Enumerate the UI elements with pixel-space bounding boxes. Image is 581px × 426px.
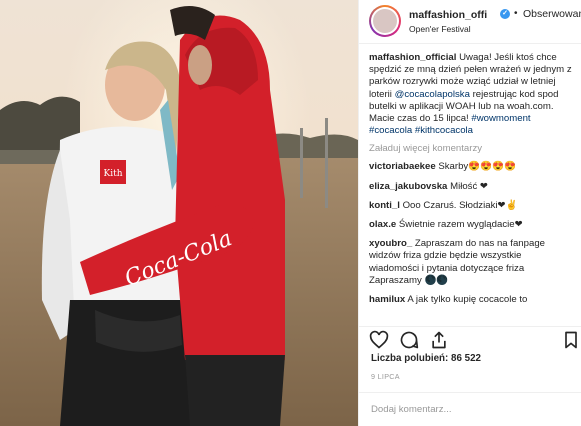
comment-username[interactable]: xyoubro_ — [369, 238, 412, 249]
comment-username[interactable]: konti_l — [369, 200, 400, 211]
verified-icon: ✓ — [500, 9, 510, 19]
post-location[interactable]: Open'er Festival — [409, 24, 471, 34]
post-header: maffashion_offi ✓ • Obserwowan Open'er F… — [359, 0, 581, 44]
comment-item: xyoubro_ Zapraszam do nas na fanpage wid… — [369, 238, 572, 287]
comment-text: A jak tylko kupię cocacole to — [405, 294, 528, 306]
post-caption: maffashion_official Uwaga! Jeśli ktoś ch… — [369, 52, 572, 137]
avatar-image — [373, 9, 397, 33]
follow-button[interactable]: Obserwowan — [523, 8, 581, 20]
comment-username[interactable]: victoriabaekee — [369, 161, 436, 172]
bookmark-icon[interactable] — [561, 330, 581, 350]
comment-icon[interactable] — [399, 330, 419, 350]
post-side-panel: maffashion_offi ✓ • Obserwowan Open'er F… — [358, 0, 581, 426]
comment-item: victoriabaekee Skarby😍😍😍😍 — [369, 161, 572, 173]
caption-username[interactable]: maffashion_official — [369, 52, 456, 63]
post-photo[interactable]: Kith Coca-Cola — [0, 0, 358, 426]
separator-dot: • — [514, 8, 518, 19]
comment-item: konti_l Ooo Czaruś. Słodziaki❤✌ — [369, 200, 572, 212]
load-more-comments[interactable]: Załaduj więcej komentarzy — [369, 143, 572, 154]
caption-hashtag[interactable]: #wowmoment — [471, 113, 530, 124]
comment-item: olax.e Świetnie razem wyglądacie❤ — [369, 219, 572, 231]
post-username[interactable]: maffashion_offi — [409, 9, 487, 21]
caption-hashtag[interactable]: #cocacola — [369, 125, 412, 136]
comment-text: Świetnie razem wyglądacie❤ — [396, 219, 523, 231]
comment-username[interactable]: olax.e — [369, 219, 396, 230]
comment-item: eliza_jakubovska Miłość ❤ — [369, 181, 572, 193]
add-comment-bar — [359, 392, 581, 426]
comment-username[interactable]: hamilux — [369, 294, 405, 305]
likes-count[interactable]: Liczba polubień: 86 522 — [371, 353, 481, 364]
comments-list[interactable]: maffashion_official Uwaga! Jeśli ktoś ch… — [359, 52, 581, 318]
share-icon[interactable] — [429, 330, 449, 350]
heart-icon[interactable] — [369, 330, 389, 350]
hoodie-brand-text: Kith — [103, 169, 122, 179]
comment-text: Ooo Czaruś. Słodziaki❤✌ — [399, 199, 518, 211]
caption-hashtag[interactable]: #kithcocacola — [415, 125, 473, 136]
post-date: 9 LIPCA — [371, 372, 400, 381]
comment-username[interactable]: eliza_jakubovska — [369, 181, 447, 192]
caption-mention[interactable]: @cocacolapolska — [395, 89, 470, 100]
post-actions — [359, 326, 581, 350]
comment-text: Miłość ❤ — [447, 180, 488, 192]
comment-text: Skarby😍😍😍😍 — [435, 161, 516, 173]
comment-item: hamilux A jak tylko kupię cocacole to — [369, 294, 572, 306]
add-comment-input[interactable] — [371, 404, 561, 415]
avatar[interactable] — [369, 5, 401, 37]
